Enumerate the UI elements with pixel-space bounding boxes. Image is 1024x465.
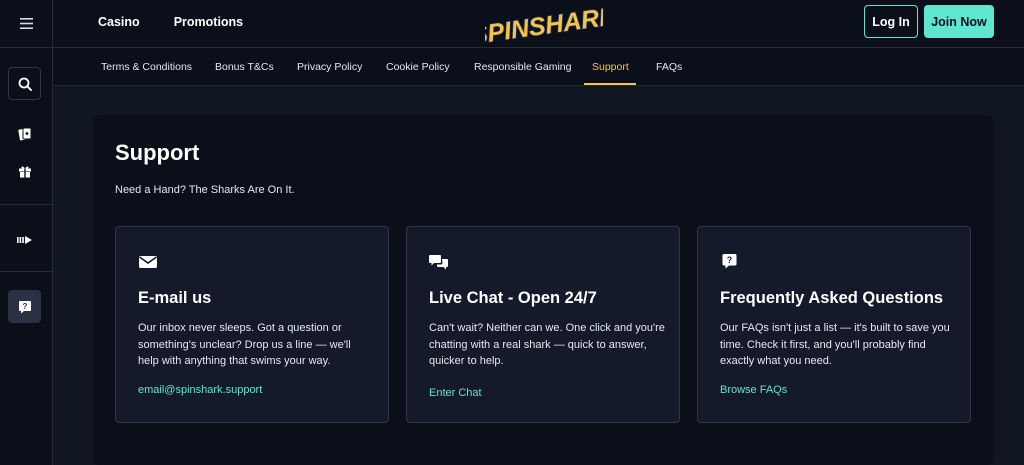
page-subtitle: Need a Hand? The Sharks Are On It. (115, 184, 295, 196)
tab-support[interactable]: Support (592, 48, 629, 86)
question-bubble-icon: ? (18, 300, 31, 313)
card-description: Our FAQs isn't just a list — it's built … (720, 322, 950, 367)
email-link[interactable]: email@spinshark.support (138, 384, 262, 396)
enter-chat-link[interactable]: Enter Chat (429, 387, 482, 399)
tab-responsible-gaming[interactable]: Responsible Gaming (474, 48, 571, 86)
support-button[interactable]: ? (8, 290, 41, 323)
active-tab-indicator (584, 83, 636, 85)
browse-faqs-link[interactable]: Browse FAQs (720, 384, 787, 396)
top-header: Casino Promotions SPINSHARK Log In Join … (53, 0, 1024, 48)
promotions-button[interactable] (8, 154, 41, 187)
question-bubble-icon: ? (722, 254, 737, 269)
tab-bonus-tcs[interactable]: Bonus T&Cs (215, 48, 274, 86)
card-title: Live Chat - Open 24/7 (429, 289, 597, 307)
tab-faqs[interactable]: FAQs (656, 48, 682, 86)
card-description: Can't wait? Neither can we. One click an… (429, 322, 665, 367)
search-button[interactable] (8, 67, 41, 100)
main-nav: Casino Promotions (98, 15, 243, 29)
casino-button[interactable] (8, 117, 41, 150)
chat-bubbles-icon (429, 255, 448, 270)
cards-icon (17, 127, 31, 140)
menu-button[interactable] (0, 0, 53, 48)
live-chat-card: Live Chat - Open 24/7 Can't wait? Neithe… (406, 226, 680, 423)
card-title: E-mail us (138, 289, 212, 307)
email-card: E-mail us Our inbox never sleeps. Got a … (115, 226, 389, 423)
rail-divider (0, 204, 53, 205)
tab-terms-conditions[interactable]: Terms & Conditions (101, 48, 192, 86)
search-icon (18, 77, 32, 91)
tab-privacy-policy[interactable]: Privacy Policy (297, 48, 362, 86)
logo-text: SPINSHARK (485, 4, 603, 44)
tab-cookie-policy[interactable]: Cookie Policy (386, 48, 450, 86)
nav-casino[interactable]: Casino (98, 15, 140, 29)
support-panel: Support Need a Hand? The Sharks Are On I… (93, 115, 993, 465)
login-button[interactable]: Log In (864, 5, 918, 38)
left-rail: ? (0, 0, 53, 465)
spinshark-logo[interactable]: SPINSHARK (485, 4, 603, 44)
card-title: Frequently Asked Questions (720, 289, 944, 307)
gift-icon (18, 166, 31, 177)
hamburger-icon (20, 18, 33, 29)
legal-subnav: Terms & Conditions Bonus T&Cs Privacy Po… (53, 48, 1024, 86)
rail-divider (0, 271, 53, 272)
nav-promotions[interactable]: Promotions (174, 15, 243, 29)
faq-card: ? Frequently Asked Questions Our FAQs is… (697, 226, 971, 423)
svg-text:?: ? (22, 302, 27, 311)
join-now-button[interactable]: Join Now (924, 5, 994, 38)
arrows-icon (16, 235, 32, 244)
svg-text:?: ? (727, 255, 733, 265)
card-description: Our inbox never sleeps. Got a question o… (138, 322, 351, 367)
fast-forward-button[interactable] (8, 223, 41, 256)
envelope-icon (139, 256, 157, 268)
page-title: Support (115, 140, 200, 165)
